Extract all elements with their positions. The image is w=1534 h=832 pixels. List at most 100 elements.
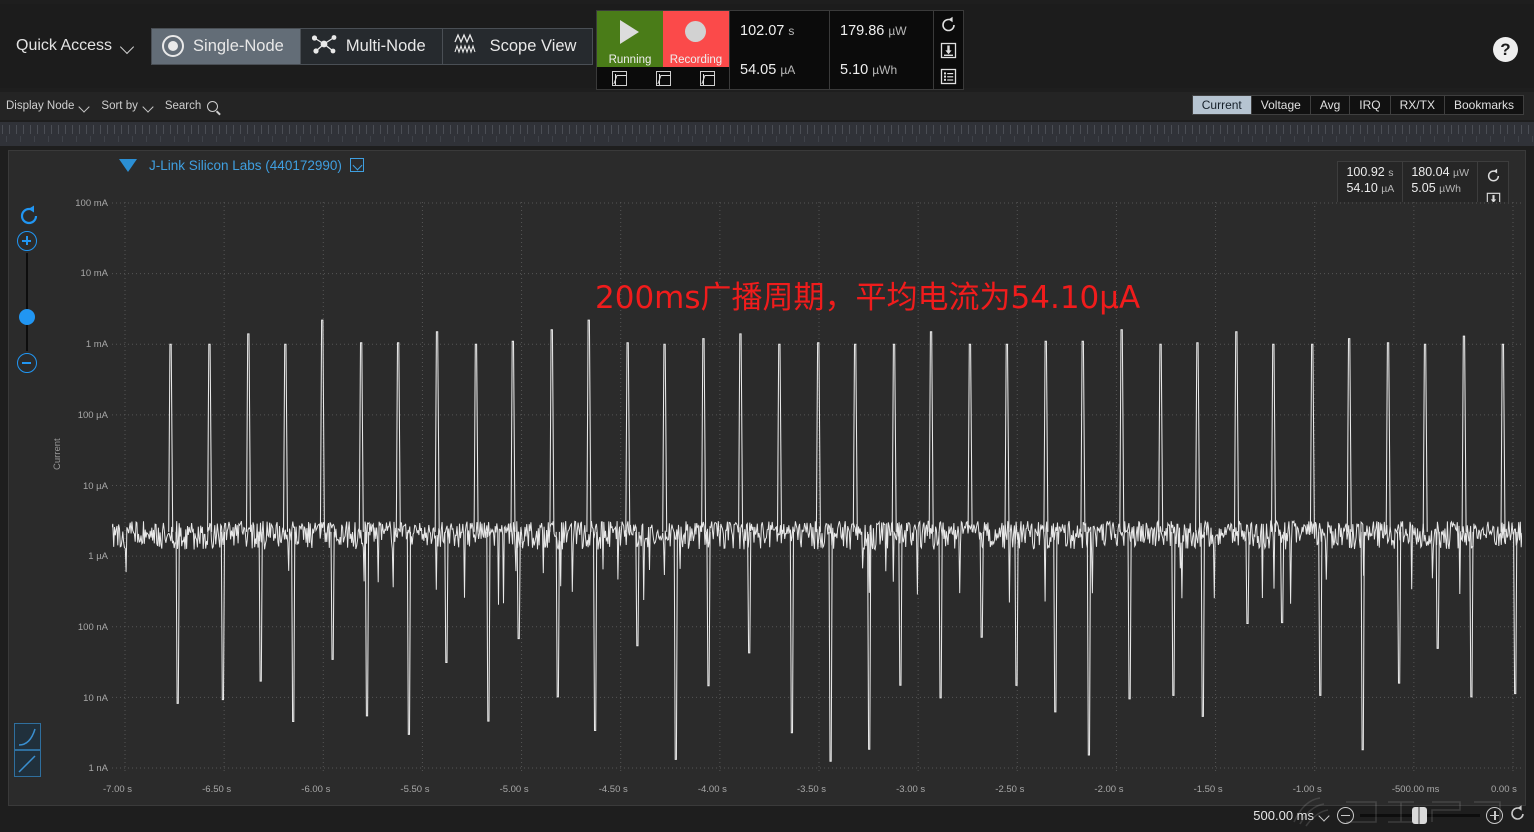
record-icon <box>685 21 706 42</box>
y-tick-label: 1 nA <box>88 763 108 774</box>
run-record-buttons: Running Recording <box>597 11 729 67</box>
save-icon[interactable] <box>938 39 960 61</box>
horizontal-reset-icon[interactable] <box>1509 804 1526 826</box>
help-icon[interactable]: ? <box>1493 37 1518 62</box>
rising-edge-icon <box>655 70 671 86</box>
node-current-stat: 54.10 µA <box>1346 181 1394 195</box>
annotation-text: 200ms广播周期，平均电流为54.10μA <box>595 280 1141 316</box>
x-tick-label: -5.50 s <box>400 784 430 795</box>
chevron-down-icon[interactable] <box>1320 812 1331 819</box>
node-header: J-Link Silicon Labs (440172990) <box>9 151 1525 179</box>
node-energy-value: 5.05 <box>1411 181 1436 195</box>
trigger-toggle-1[interactable] <box>597 67 641 89</box>
mode-single-node-label: Single-Node <box>193 36 284 55</box>
node-elapsed-stat: 100.92 s <box>1346 165 1394 179</box>
y-axis-title: Current <box>52 438 63 470</box>
x-tick-label: -5.00 s <box>499 784 529 795</box>
status-block: Running Recording 102.07 s 54.05 µA 179.… <box>596 10 964 90</box>
zoom-in-button[interactable] <box>1486 806 1503 824</box>
average-current-value: 54.05 <box>740 61 777 78</box>
play-icon <box>620 20 639 44</box>
mode-multi-node[interactable]: Multi-Node <box>301 28 443 64</box>
x-tick-label: -3.50 s <box>797 784 827 795</box>
node-elapsed-unit: s <box>1388 167 1394 179</box>
timeline-ruler[interactable] <box>0 122 1534 146</box>
mode-scope-view-label: Scope View <box>489 36 577 55</box>
mode-scope-view[interactable]: Scope View <box>443 29 593 64</box>
mode-single-node[interactable]: Single-Node <box>152 28 301 64</box>
total-energy-unit: µWh <box>872 62 898 77</box>
running-label: Running <box>608 54 652 66</box>
vertical-zoom-track[interactable] <box>26 253 28 351</box>
collapse-triangle-icon[interactable] <box>119 158 137 172</box>
vertical-zoom-out-button[interactable] <box>17 353 37 373</box>
node-name-label[interactable]: J-Link Silicon Labs (440172990) <box>149 158 342 173</box>
recording-label: Recording <box>669 54 723 66</box>
tab-voltage[interactable]: Voltage <box>1252 96 1311 114</box>
main-toolbar: Quick Access Single-Node Multi-Node Scop… <box>0 4 1534 90</box>
display-node-dropdown[interactable]: Display Node <box>6 100 91 112</box>
tab-current[interactable]: Current <box>1192 96 1252 114</box>
list-icon[interactable] <box>938 65 960 87</box>
x-tick-label: -7.00 s <box>103 784 133 795</box>
display-node-label: Display Node <box>6 100 75 112</box>
tab-avg[interactable]: Avg <box>1311 96 1351 114</box>
recording-button[interactable]: Recording <box>663 11 729 67</box>
y-tick-label: 10 nA <box>83 693 108 704</box>
zoom-slider-track[interactable] <box>1360 806 1480 824</box>
measurement-tabs: Current Voltage Avg IRQ RX/TX Bookmarks <box>1191 95 1524 115</box>
y-tick-label: 10 mA <box>80 268 108 279</box>
y-tick-label: 100 mA <box>75 198 108 209</box>
vertical-reset-icon[interactable] <box>18 205 40 230</box>
x-tick-label: -500.00 ms <box>1391 784 1440 795</box>
reset-icon[interactable] <box>938 13 960 35</box>
total-energy-stat: 5.10 µWh <box>840 62 933 78</box>
chevron-down-icon <box>122 42 135 50</box>
average-current-unit: µA <box>780 62 796 77</box>
linear-scale-button[interactable] <box>14 750 41 777</box>
sort-by-dropdown[interactable]: Sort by <box>101 100 154 112</box>
elapsed-time-stat: 102.07 s <box>740 23 829 39</box>
y-tick-label: 10 µA <box>82 481 108 492</box>
chevron-down-icon[interactable] <box>349 158 364 172</box>
tab-bookmarks[interactable]: Bookmarks <box>1445 96 1523 114</box>
node-elapsed-value: 100.92 <box>1346 165 1385 179</box>
node-power-value: 180.04 <box>1411 165 1450 179</box>
average-power-unit: µW <box>888 23 907 38</box>
elapsed-time-unit: s <box>788 23 795 38</box>
total-energy-value: 5.10 <box>840 61 869 78</box>
quick-access-menu[interactable]: Quick Access <box>16 37 135 55</box>
horizontal-zoom-bar: 500.00 ms <box>1253 800 1526 830</box>
y-axis-labels: 100 mA 10 mA 1 mA 100 µA 10 µA 1 µA 100 nA 10 n… <box>48 195 108 780</box>
y-tick-label: 100 nA <box>77 622 108 633</box>
single-node-icon <box>162 35 185 57</box>
node-power-unit: µW <box>1453 167 1469 179</box>
search-icon <box>207 100 219 112</box>
search-control[interactable]: Search <box>164 100 219 112</box>
trigger-toggle-2[interactable] <box>641 67 685 89</box>
rising-edge-icon <box>611 70 627 86</box>
tab-rxtx[interactable]: RX/TX <box>1391 96 1445 114</box>
x-tick-label: 0.00 s <box>1491 784 1517 795</box>
axis-scale-buttons <box>14 723 41 777</box>
x-tick-label: -6.50 s <box>202 784 232 795</box>
log-scale-button[interactable] <box>14 723 41 750</box>
vertical-zoom-in-button[interactable] <box>17 231 37 251</box>
x-tick-label: -4.50 s <box>598 784 628 795</box>
node-power-stat: 180.04 µW <box>1411 165 1469 179</box>
running-button[interactable]: Running <box>597 11 663 67</box>
elapsed-time-value: 102.07 <box>740 22 785 39</box>
y-tick-label: 100 µA <box>77 410 108 421</box>
falling-edge-icon <box>699 70 715 86</box>
power-profiler-window: Quick Access Single-Node Multi-Node Scop… <box>0 0 1534 832</box>
average-power-value: 179.86 <box>840 22 885 39</box>
search-label: Search <box>164 100 202 112</box>
x-tick-label: -2.50 s <box>995 784 1025 795</box>
x-tick-label: -2.00 s <box>1094 784 1124 795</box>
zoom-slider-handle[interactable] <box>1412 806 1427 824</box>
trigger-toggle-3[interactable] <box>685 67 729 89</box>
reset-icon[interactable] <box>1482 164 1504 186</box>
vertical-zoom-handle[interactable] <box>19 309 35 325</box>
tab-irq[interactable]: IRQ <box>1350 96 1391 114</box>
zoom-out-button[interactable] <box>1337 806 1354 824</box>
